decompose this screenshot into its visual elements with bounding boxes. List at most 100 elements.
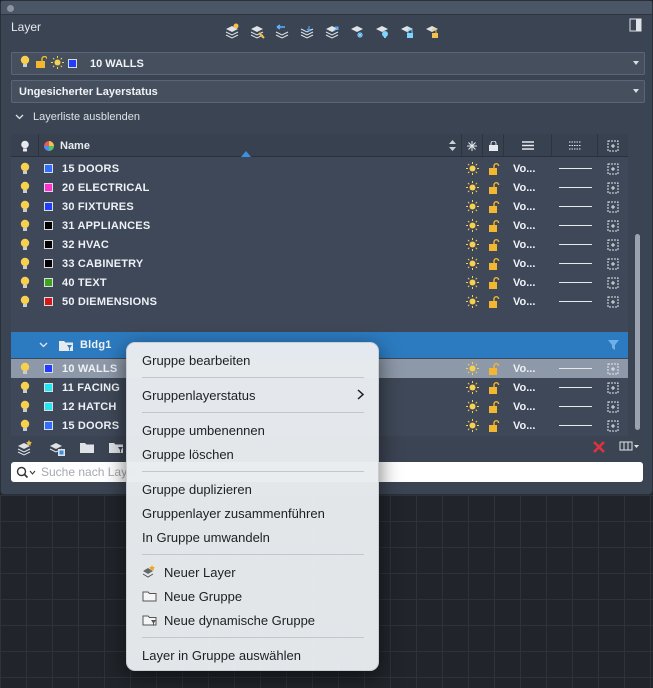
panel-title-bar[interactable] <box>1 1 652 15</box>
layer-row[interactable]: 33 CABINETRY Vo... <box>11 254 628 273</box>
sun-thaw-icon[interactable] <box>466 216 479 235</box>
bulb-on-icon[interactable] <box>19 159 31 178</box>
layer-linetype[interactable]: Vo... <box>513 378 535 397</box>
layer-lineweight[interactable] <box>559 416 592 435</box>
layer-linetype[interactable]: Vo... <box>513 254 535 273</box>
new-layer-icon[interactable] <box>17 440 33 456</box>
layer-linetype[interactable]: Vo... <box>513 235 535 254</box>
menu-item-duplicate-group[interactable]: Gruppe duplizieren <box>127 478 380 500</box>
sun-thaw-icon[interactable] <box>466 397 479 416</box>
sun-thaw-icon[interactable] <box>466 292 479 311</box>
layer-linetype[interactable]: Vo... <box>513 178 535 197</box>
lock-open-icon[interactable] <box>488 197 500 216</box>
layer-linetype[interactable]: Vo... <box>513 159 535 178</box>
layer-lineweight[interactable] <box>559 216 592 235</box>
layer-row[interactable]: 32 HVAC Vo... <box>11 235 628 254</box>
header-on-column[interactable] <box>11 134 39 157</box>
viewport-freeze-icon[interactable] <box>607 416 620 435</box>
new-dynamic-group-icon[interactable] <box>108 440 124 456</box>
menu-item-edit-group[interactable]: Gruppe bearbeiten <box>127 349 380 371</box>
layer-linetype[interactable]: Vo... <box>513 359 535 378</box>
layer-lineweight[interactable] <box>559 254 592 273</box>
viewport-freeze-icon[interactable] <box>607 159 620 178</box>
sun-thaw-icon[interactable] <box>466 378 479 397</box>
new-group-folder-icon[interactable] <box>79 440 95 456</box>
chevron-down-icon[interactable] <box>39 332 48 358</box>
scrollbar-thumb[interactable] <box>635 234 640 430</box>
layer-row[interactable]: 40 TEXT Vo... <box>11 273 628 292</box>
sun-thaw-icon[interactable] <box>466 159 479 178</box>
new-layer-vp-frozen-icon[interactable] <box>49 440 65 456</box>
menu-item-new-layer[interactable]: Neuer Layer <box>127 561 380 583</box>
layer-linetype[interactable]: Vo... <box>513 197 535 216</box>
bulb-on-icon[interactable] <box>19 378 31 397</box>
viewport-freeze-icon[interactable] <box>607 378 620 397</box>
lock-open-icon[interactable] <box>488 254 500 273</box>
viewport-freeze-icon[interactable] <box>607 178 620 197</box>
layer-lineweight[interactable] <box>559 273 592 292</box>
layer-linetype[interactable]: Vo... <box>513 216 535 235</box>
lock-open-icon[interactable] <box>488 178 500 197</box>
sun-thaw-icon[interactable] <box>466 178 479 197</box>
bulb-on-icon[interactable] <box>19 178 31 197</box>
lock-open-icon[interactable] <box>488 292 500 311</box>
layer-color-swatch[interactable] <box>44 359 53 378</box>
layer-lineweight[interactable] <box>559 292 592 311</box>
layer-state-dropdown[interactable]: Ungesicherter Layerstatus <box>11 80 645 103</box>
bulb-on-icon[interactable] <box>19 273 31 292</box>
layer-lineweight[interactable] <box>559 178 592 197</box>
layer-color-swatch[interactable] <box>44 397 53 416</box>
layer-lineweight[interactable] <box>559 235 592 254</box>
layer-row[interactable]: 30 FIXTURES Vo... <box>11 197 628 216</box>
layer-linetype[interactable]: Vo... <box>513 416 535 435</box>
viewport-freeze-icon[interactable] <box>607 216 620 235</box>
layer-linetype[interactable]: Vo... <box>513 273 535 292</box>
sun-thaw-icon[interactable] <box>466 235 479 254</box>
dock-panel-icon[interactable] <box>629 18 643 32</box>
lock-layer-icon[interactable] <box>399 22 415 40</box>
viewport-freeze-icon[interactable] <box>607 273 620 292</box>
menu-item-group-layer-state[interactable]: Gruppenlayerstatus <box>127 384 380 406</box>
filter-funnel-icon[interactable] <box>608 332 619 358</box>
layer-color-swatch[interactable] <box>44 178 53 197</box>
make-current-icon[interactable] <box>249 22 265 40</box>
layer-properties-icon[interactable] <box>224 22 240 40</box>
header-lineweight-column[interactable] <box>552 134 598 157</box>
bulb-on-icon[interactable] <box>19 292 31 311</box>
sun-thaw-icon[interactable] <box>466 359 479 378</box>
layer-linetype[interactable]: Vo... <box>513 292 535 311</box>
header-name-column[interactable]: Name <box>39 134 462 157</box>
menu-item-delete-group[interactable]: Gruppe löschen <box>127 443 380 465</box>
bulb-on-icon[interactable] <box>19 216 31 235</box>
layer-row[interactable]: 31 APPLIANCES Vo... <box>11 216 628 235</box>
menu-item-convert-to-group[interactable]: In Gruppe umwandeln <box>127 526 380 548</box>
bulb-on-icon[interactable] <box>19 254 31 273</box>
viewport-freeze-icon[interactable] <box>607 359 620 378</box>
lock-open-icon[interactable] <box>488 359 500 378</box>
viewport-freeze-icon[interactable] <box>607 235 620 254</box>
lock-open-icon[interactable] <box>488 159 500 178</box>
layer-color-swatch[interactable] <box>44 235 53 254</box>
lock-open-icon[interactable] <box>488 378 500 397</box>
menu-item-new-dynamic-group[interactable]: Neue dynamische Gruppe <box>127 609 380 631</box>
layer-table-scrollbar[interactable] <box>632 134 644 436</box>
unisolate-layer-icon[interactable] <box>324 22 340 40</box>
menu-item-rename-group[interactable]: Gruppe umbenennen <box>127 419 380 441</box>
lock-open-icon[interactable] <box>488 273 500 292</box>
bulb-on-icon[interactable] <box>19 397 31 416</box>
viewport-freeze-icon[interactable] <box>607 397 620 416</box>
layer-lineweight[interactable] <box>559 359 592 378</box>
menu-item-select-layers-in-group[interactable]: Layer in Gruppe auswählen <box>127 644 380 666</box>
header-lock-column[interactable] <box>483 134 504 157</box>
layer-lineweight[interactable] <box>559 378 592 397</box>
close-dot-icon[interactable] <box>7 5 14 12</box>
layer-list-toggle[interactable]: Layerliste ausblenden <box>15 111 140 123</box>
layer-row[interactable]: 20 ELECTRICAL Vo... <box>11 178 628 197</box>
viewport-freeze-icon[interactable] <box>607 292 620 311</box>
layer-linetype[interactable]: Vo... <box>513 397 535 416</box>
bulb-on-icon[interactable] <box>19 416 31 435</box>
lock-open-icon[interactable] <box>488 216 500 235</box>
isolate-layer-icon[interactable] <box>299 22 315 40</box>
unlock-layer-icon[interactable] <box>424 22 440 40</box>
sun-thaw-icon[interactable] <box>466 273 479 292</box>
